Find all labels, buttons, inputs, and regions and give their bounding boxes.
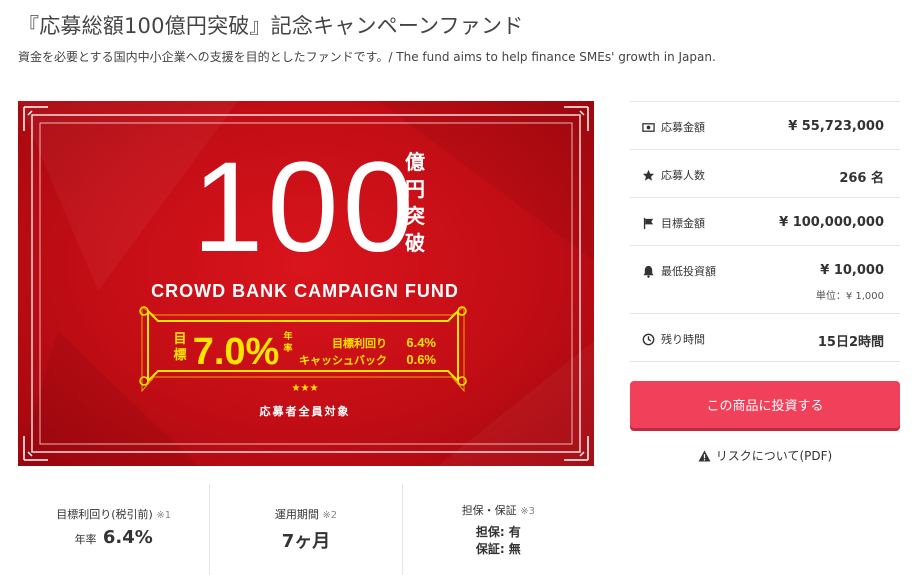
info-row-target: 目標金額 ¥ 100,000,000 bbox=[630, 198, 900, 246]
banner-yield-label: 目標利回り bbox=[332, 336, 387, 350]
info-value: 15日2時間 bbox=[817, 335, 884, 350]
warning-icon bbox=[698, 449, 711, 462]
info-label: 最低投資額 bbox=[661, 265, 716, 278]
campaign-banner: 100 億 円 突 破 CROWD BANK CAMPAIGN FUND 目 標… bbox=[18, 101, 594, 466]
info-value: ¥ 55,723,000 bbox=[788, 119, 884, 134]
info-row-applicants: 応募人数 266 名 bbox=[630, 150, 900, 198]
info-label: 応募人数 bbox=[661, 169, 705, 182]
page-title: 『応募総額100億円突破』記念キャンペーンファンド bbox=[18, 14, 524, 38]
clock-icon bbox=[642, 333, 655, 345]
collateral-line: 担保: 有 bbox=[475, 525, 521, 539]
stat-label: 目標利回り(税引前) bbox=[56, 508, 153, 521]
stat-label: 担保・保証 bbox=[461, 504, 517, 517]
info-value: ¥ 100,000,000 bbox=[779, 215, 884, 230]
banner-fund-name: CROWD BANK CAMPAIGN FUND bbox=[151, 281, 459, 301]
banner-cashback-label: キャッシュバック bbox=[299, 354, 387, 367]
page-description: 資金を必要とする国内中小企業への支援を目的としたファンドです。/ The fun… bbox=[18, 50, 716, 64]
invest-button[interactable]: この商品に投資する bbox=[630, 381, 900, 428]
banner-annual-char: 率 bbox=[283, 342, 292, 354]
banner-footer: 応募者全員対象 bbox=[260, 404, 351, 418]
stat-value: 6.4% bbox=[102, 527, 153, 548]
guarantee-line: 保証: 無 bbox=[475, 542, 521, 556]
banner-cashback-value: 0.6% bbox=[406, 352, 436, 367]
fund-info-list: 応募金額 ¥ 55,723,000 応募人数 266 名 目標金額 ¥ 100,… bbox=[630, 101, 900, 362]
stat-label: 運用期間 bbox=[274, 508, 319, 521]
banner-stars: ★★★ bbox=[292, 383, 319, 394]
banner-unit-char: 円 bbox=[405, 177, 425, 201]
banner-unit-char: 破 bbox=[405, 231, 425, 255]
fund-stats: 目標利回り(税引前) ※1 年率 6.4% 運用期間 ※2 7ヶ月 担保・保証 … bbox=[18, 484, 594, 575]
info-row-remaining: 残り時間 15日2時間 bbox=[630, 314, 900, 362]
risk-link-label: リスクについて(PDF) bbox=[715, 449, 833, 463]
info-label: 目標金額 bbox=[661, 217, 705, 230]
banner-target-char: 標 bbox=[173, 347, 186, 363]
info-label: 応募金額 bbox=[661, 121, 705, 134]
stat-note: ※2 bbox=[322, 510, 338, 521]
info-label: 残り時間 bbox=[661, 333, 705, 346]
banner-unit-char: 億 bbox=[405, 150, 425, 174]
stat-prefix: 年率 bbox=[74, 533, 97, 546]
banner-unit-char: 突 bbox=[405, 204, 425, 228]
stat-period: 運用期間 ※2 7ヶ月 bbox=[210, 484, 403, 575]
info-value: 266 名 bbox=[839, 171, 884, 186]
info-sub-unit: 単位：¥ 1,000 bbox=[815, 291, 884, 302]
info-value: ¥ 10,000 bbox=[820, 263, 884, 278]
flag-icon bbox=[643, 217, 654, 229]
banner-target-char: 目 bbox=[173, 332, 186, 347]
star-icon bbox=[642, 169, 655, 181]
banner-artwork: 100 億 円 突 破 CROWD BANK CAMPAIGN FUND 目 標… bbox=[18, 101, 594, 466]
stat-note: ※1 bbox=[156, 510, 172, 521]
banner-target-rate: 7.0% bbox=[193, 331, 280, 373]
bell-icon bbox=[643, 265, 654, 278]
info-row-amount: 応募金額 ¥ 55,723,000 bbox=[630, 102, 900, 150]
stat-value: 7ヶ月 bbox=[281, 531, 331, 552]
risk-pdf-link[interactable]: リスクについて(PDF) bbox=[630, 447, 900, 464]
stat-yield: 目標利回り(税引前) ※1 年率 6.4% bbox=[18, 484, 211, 575]
info-row-minimum: 最低投資額 ¥ 10,000 単位：¥ 1,000 bbox=[630, 246, 900, 314]
stat-note: ※3 bbox=[520, 506, 535, 517]
banner-annual-char: 年 bbox=[283, 330, 292, 342]
banner-big-number: 100 bbox=[192, 136, 418, 279]
money-icon bbox=[642, 122, 655, 132]
banner-yield-value: 6.4% bbox=[406, 335, 436, 350]
stat-collateral: 担保・保証 ※3 担保: 有 保証: 無 bbox=[403, 484, 594, 575]
